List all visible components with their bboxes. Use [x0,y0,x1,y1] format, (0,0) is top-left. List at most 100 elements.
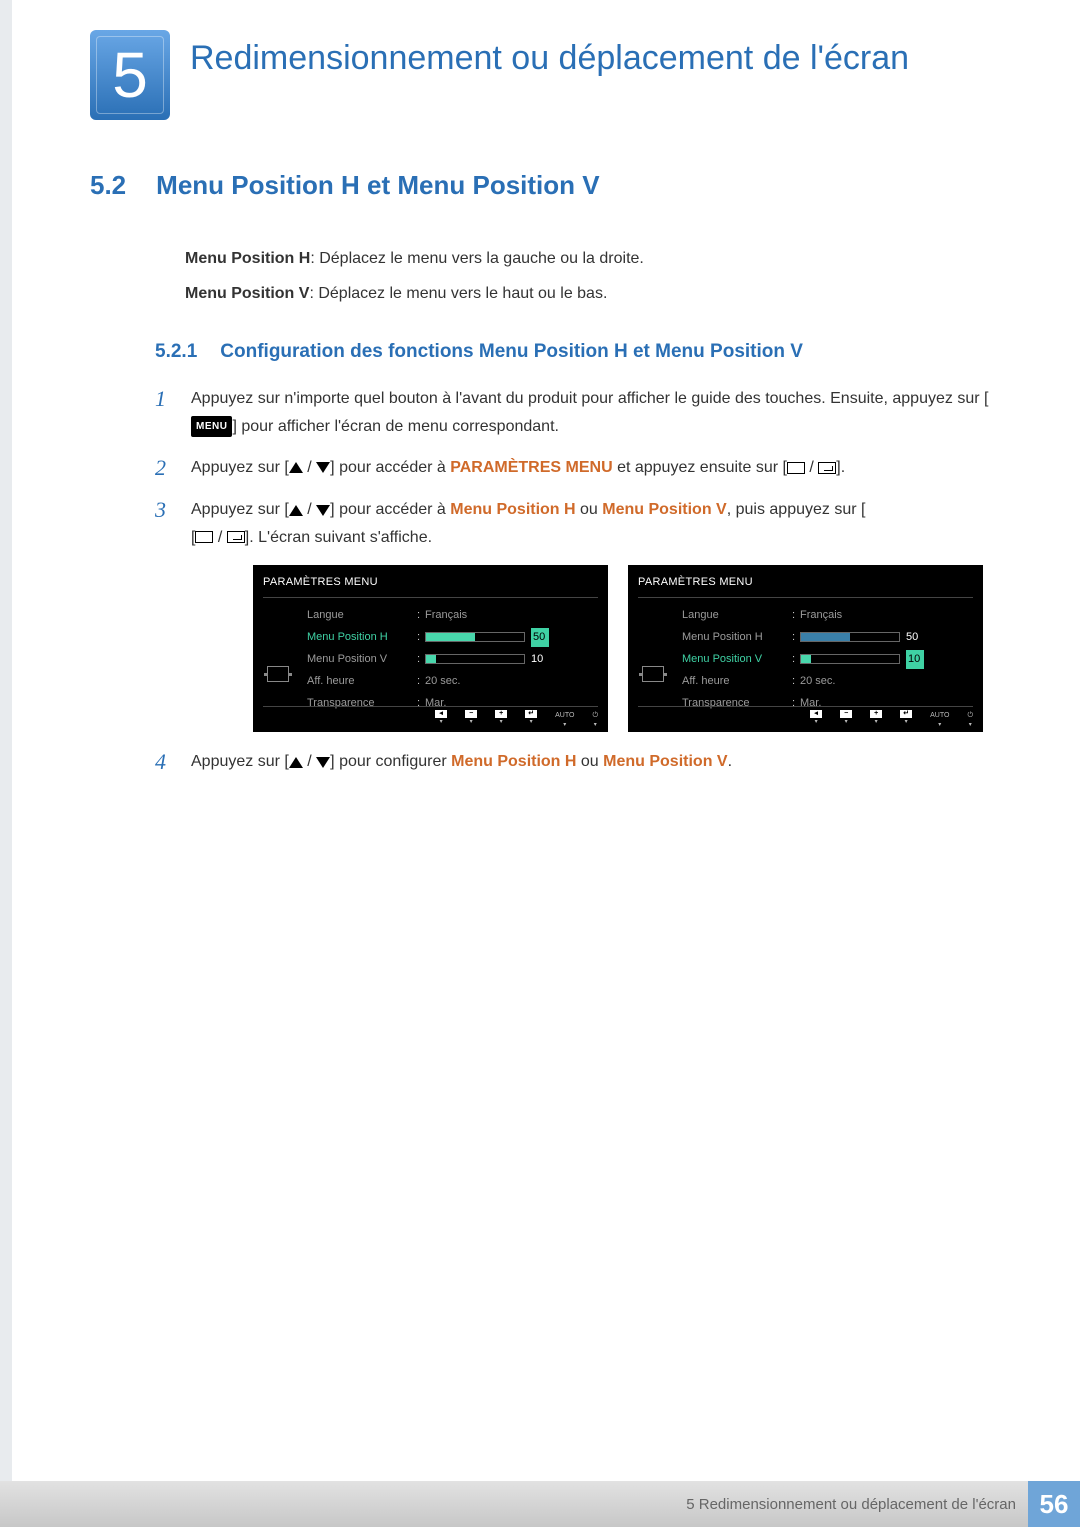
value: 50 [531,628,549,647]
t: Appuyez sur [ [191,459,289,476]
osd-sidebar [263,604,301,714]
osd-row-langue: Langue: Français [301,604,598,626]
osd-btn-power: ⏻▾ [592,710,598,729]
osd-bottom-bar: ◂▾ −▾ +▾ ↵▾ AUTO▾ ⏻▾ [638,706,973,729]
value: 10 [906,650,924,669]
subsection-title: Configuration des fonctions Menu Positio… [220,341,803,362]
step-4: 4 Appuyez sur [ / ] pour configurer Menu… [155,748,990,777]
osd-row-mph: Menu Position H: 50 [301,626,598,648]
up-arrow-icon [289,505,303,516]
t: , puis appuyez sur [ [727,501,866,518]
osd-sidebar [638,604,676,714]
step-text: Appuyez sur [ / ] pour accéder à PARAMÈT… [191,454,845,483]
subsection-heading: 5.2.1 Configuration des fonctions Menu P… [155,341,990,363]
osd-btn-auto: AUTO▾ [930,710,949,729]
chapter-title: Redimensionnement ou déplacement de l'éc… [190,30,909,79]
slider-icon [800,654,900,664]
osd-btn-minus: −▾ [465,710,477,729]
osd-bottom-bar: ◂▾ −▾ +▾ ↵▾ AUTO▾ ⏻▾ [263,706,598,729]
section-title: Menu Position H et Menu Position V [156,170,599,201]
osd-btn-plus: +▾ [495,710,507,729]
value: 50 [906,628,924,647]
t: et appuyez ensuite sur [ [613,459,787,476]
step-2: 2 Appuyez sur [ / ] pour accéder à PARAM… [155,454,990,483]
slider-icon [425,632,525,642]
osd-row-aff: Aff. heure: 20 sec. [301,670,598,692]
t: ou [576,501,603,518]
value: 20 sec. [425,672,460,691]
step-number: 3 [155,496,173,550]
step-number: 4 [155,748,173,777]
subsection-number: 5.2.1 [155,341,215,363]
down-arrow-icon [316,462,330,473]
osd-category-icon [642,666,664,682]
step-number: 2 [155,454,173,483]
t: Appuyez sur [ [191,501,289,518]
label: Aff. heure [682,672,792,691]
osd-title: PARAMÈTRES MENU [638,573,973,599]
down-arrow-icon [316,757,330,768]
value: Français [425,606,467,625]
param-label: PARAMÈTRES MENU [450,459,612,476]
label: Menu Position V [682,650,792,669]
section-heading: 5.2 Menu Position H et Menu Position V [90,170,990,201]
label: Menu Position V [307,650,417,669]
step-text: Appuyez sur [ / ] pour accéder à Menu Po… [191,496,865,550]
up-arrow-icon [289,757,303,768]
osd-row-aff: Aff. heure: 20 sec. [676,670,973,692]
osd-title: PARAMÈTRES MENU [263,573,598,599]
label: Langue [307,606,417,625]
osd-row-langue: Langue: Français [676,604,973,626]
box-icon [195,531,213,543]
osd-menu-v: PARAMÈTRES MENU Langue: Français Menu Po… [628,565,983,733]
intro-v-label: Menu Position V [185,285,309,302]
osd-btn-back: ◂▾ [810,710,822,729]
mph-label: Menu Position H [450,501,575,518]
value: 10 [531,650,549,669]
osd-list: Langue: Français Menu Position H: 50 Men… [676,604,973,714]
slider-icon [425,654,525,664]
t: Appuyez sur [ [191,753,289,770]
mph-label: Menu Position H [451,753,576,770]
box-icon [787,462,805,474]
osd-btn-back: ◂▾ [435,710,447,729]
chapter-header: 5 Redimensionnement ou déplacement de l'… [90,30,990,120]
t: . [728,753,732,770]
intro-h-label: Menu Position H [185,250,310,267]
osd-menu-h: PARAMÈTRES MENU Langue: Français Menu Po… [253,565,608,733]
menu-button-chip: MENU [191,416,232,437]
t: ]. L'écran suivant s'affiche. [245,529,432,546]
osd-btn-minus: −▾ [840,710,852,729]
down-arrow-icon [316,505,330,516]
enter-icon [227,531,245,543]
page-number: 56 [1028,1481,1080,1527]
step-text: Appuyez sur [ / ] pour configurer Menu P… [191,748,732,777]
t: ou [576,753,603,770]
intro-v-line: Menu Position V: Déplacez le menu vers l… [185,276,990,311]
osd-btn-power: ⏻▾ [967,710,973,729]
intro-block: Menu Position H: Déplacez le menu vers l… [185,241,990,311]
label: Menu Position H [307,628,417,647]
osd-btn-enter: ↵▾ [525,710,537,729]
intro-h-text: : Déplacez le menu vers la gauche ou la … [310,250,644,267]
osd-btn-enter: ↵▾ [900,710,912,729]
t: ] pour accéder à [330,459,450,476]
value: Français [800,606,842,625]
slider-icon [800,632,900,642]
mpv-label: Menu Position V [602,501,726,518]
steps-list: 1 Appuyez sur n'importe quel bouton à l'… [155,385,990,777]
intro-h-line: Menu Position H: Déplacez le menu vers l… [185,241,990,276]
label: Menu Position H [682,628,792,647]
step-1: 1 Appuyez sur n'importe quel bouton à l'… [155,385,990,439]
osd-category-icon [267,666,289,682]
osd-btn-plus: +▾ [870,710,882,729]
osd-btn-auto: AUTO▾ [555,710,574,729]
label: Langue [682,606,792,625]
value: 20 sec. [800,672,835,691]
intro-v-text: : Déplacez le menu vers le haut ou le ba… [309,285,607,302]
t: ] pour configurer [330,753,451,770]
step-number: 1 [155,385,173,439]
t: ]. [836,459,845,476]
osd-row-mph: Menu Position H: 50 [676,626,973,648]
page-content: 5 Redimensionnement ou déplacement de l'… [0,0,1080,1527]
